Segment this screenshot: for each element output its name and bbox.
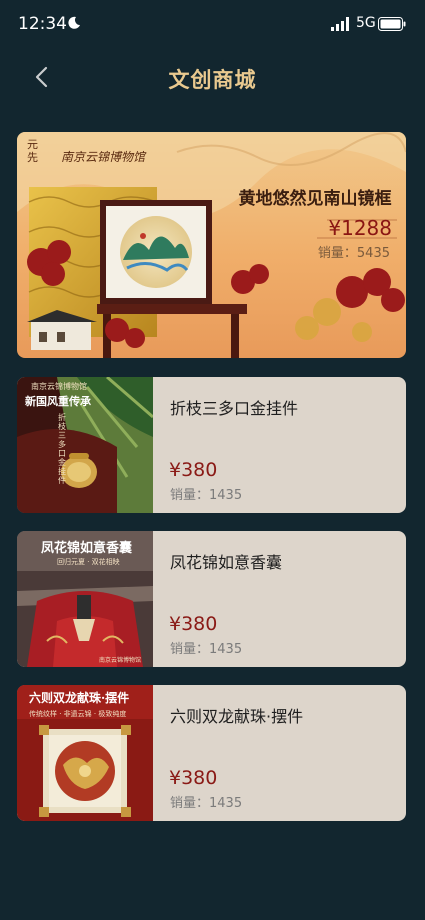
product-price: ¥380 xyxy=(169,459,218,481)
signal-icon xyxy=(331,17,349,31)
thumb-title: 新国风重传承 xyxy=(25,395,91,408)
thumb-logo: 南京云锦博物馆 xyxy=(31,382,87,391)
thumb-vertical-text: 折枝三多口金挂件 xyxy=(58,413,66,485)
thumb-subtitle: 传统纹样 · 非遗云锦 · 极致纯度 xyxy=(29,710,127,718)
moon-icon xyxy=(68,16,80,29)
featured-product-name: 黄地悠然见南山镜框 xyxy=(238,189,392,209)
featured-product-sales: 销量：5435 xyxy=(317,246,390,261)
featured-brand-logo: 南京云锦博物馆 xyxy=(61,150,146,164)
product-name: 折枝三多口金挂件 xyxy=(170,399,299,418)
product-sales: 销量：1435 xyxy=(170,488,243,503)
product-sales: 销量：1435 xyxy=(170,642,243,657)
thumb-title: 六则双龙献珠·摆件 xyxy=(29,691,130,705)
header: 文创商城 xyxy=(0,54,425,102)
status-time: 12:34 xyxy=(18,14,67,34)
product-name: 凤花锦如意香囊 xyxy=(170,553,283,572)
featured-product-banner[interactable]: 元先 南京云锦博物馆 黄地悠然见南山镜框 ¥1288 销量：5435 xyxy=(17,132,406,358)
thumb-title: 凤花锦如意香囊 xyxy=(41,541,133,556)
thumb-logo: 南京云锦博物馆 xyxy=(99,657,142,664)
product-sales: 销量：1435 xyxy=(170,796,243,811)
product-price: ¥380 xyxy=(169,767,218,789)
product-card[interactable]: 凤花锦如意香囊 回归元夏 · 双花相映 南京云锦博物馆 凤花锦如意香囊 ¥380… xyxy=(17,531,406,667)
featured-brand-mark: 元先 xyxy=(27,138,38,164)
thumb-subtitle: 回归元夏 · 双花相映 xyxy=(57,558,120,566)
product-name: 六则双龙献珠·摆件 xyxy=(170,707,304,726)
product-price: ¥380 xyxy=(169,613,218,635)
battery-icon xyxy=(378,17,406,31)
page-title: 文创商城 xyxy=(168,67,257,92)
network-type: 5G xyxy=(356,15,376,31)
product-card[interactable]: 六则双龙献珠·摆件 传统纹样 · 非遗云锦 · 极致纯度 六则双龙献珠·摆件 ¥… xyxy=(17,685,406,821)
featured-product-price: ¥1288 xyxy=(328,216,392,240)
status-bar: 12:34 5G xyxy=(0,0,425,48)
product-card[interactable]: 南京云锦博物馆 新国风重传承 折枝三多口金挂件 折枝三多口金挂件 ¥380 销量… xyxy=(17,377,406,513)
